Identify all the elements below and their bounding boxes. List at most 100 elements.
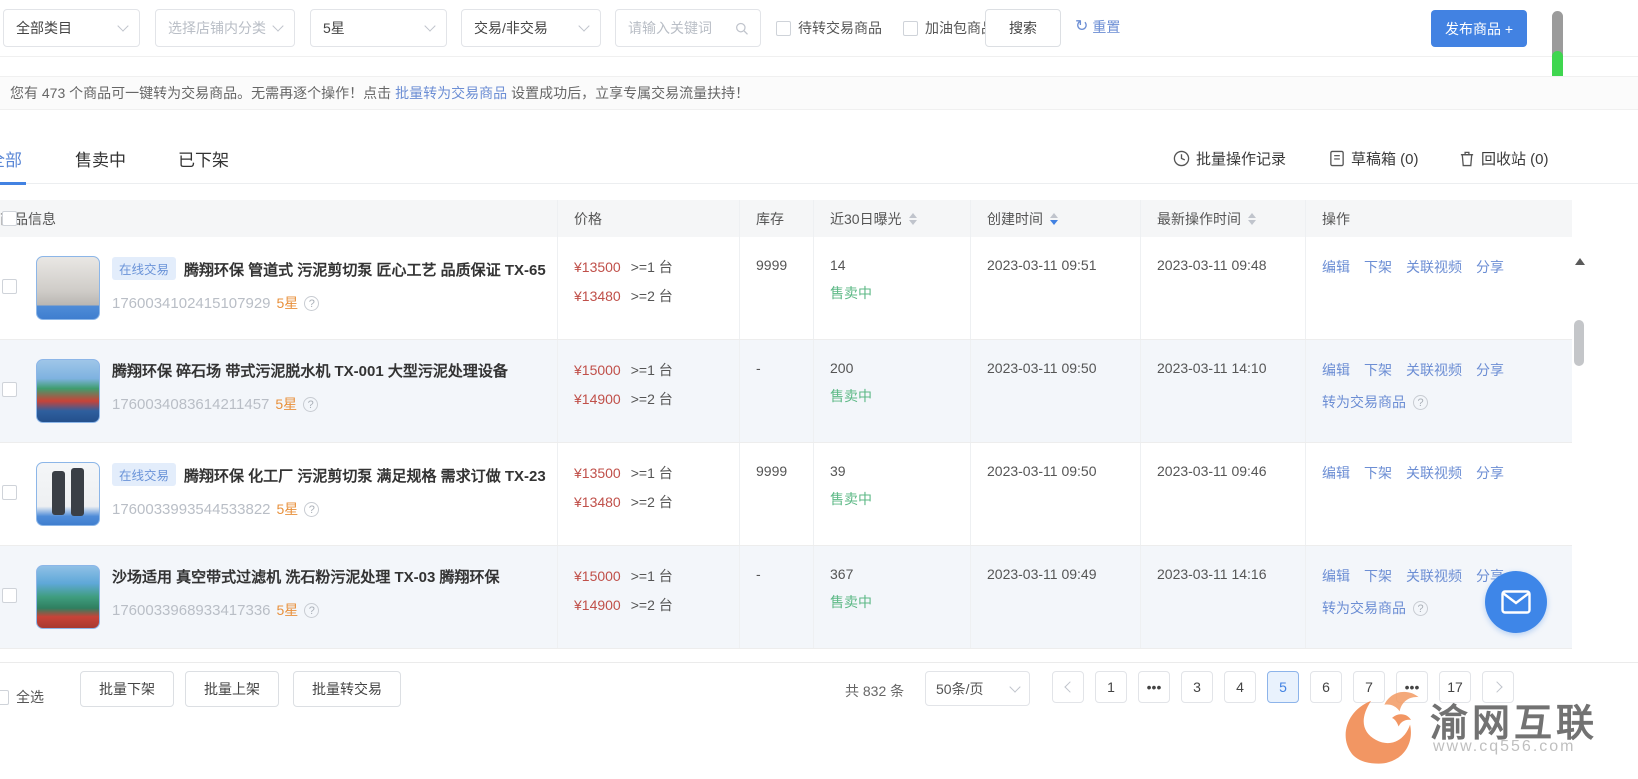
scroll-up-arrow[interactable] xyxy=(1575,258,1585,265)
product-thumbnail[interactable] xyxy=(36,462,100,526)
notice-text-suffix: 设置成功后，立享专属交易流量扶持！ xyxy=(511,83,749,103)
stock-cell: - xyxy=(740,546,814,648)
product-title[interactable]: 沙场适用 真空带式过滤机 洗石粉污泥处理 TX-03 腾翔环保 xyxy=(112,569,500,586)
tab-all[interactable]: 全部 xyxy=(0,146,22,171)
select-all-checkbox[interactable]: 全选 xyxy=(0,678,44,716)
price-cond: >=1 台 xyxy=(631,360,673,380)
bulk-on-shelf-button[interactable]: 批量上架 xyxy=(185,671,279,707)
notice-text-prefix: 您有 473 个商品可一键转为交易商品。无需再逐个操作！点击 xyxy=(10,83,391,103)
edit-link[interactable]: 编辑 xyxy=(1322,566,1350,586)
help-icon[interactable] xyxy=(304,603,319,618)
updated-time: 2023-03-11 09:48 xyxy=(1157,257,1267,273)
drafts-link[interactable]: 草稿箱 (0) xyxy=(1329,148,1419,169)
refresh-icon: ↻ xyxy=(1075,19,1088,35)
batch-operation-log-link[interactable]: 批量操作记录 xyxy=(1173,148,1286,169)
stock-cell: 9999 xyxy=(740,443,814,545)
promo-notice-bar: 您有 473 个商品可一键转为交易商品。无需再逐个操作！点击 批量转为交易商品 … xyxy=(0,76,1638,110)
product-thumbnail[interactable] xyxy=(36,359,100,423)
keyword-input[interactable] xyxy=(628,20,735,36)
row-checkbox[interactable] xyxy=(2,485,17,500)
star-select[interactable]: 5星 xyxy=(310,9,447,47)
page-ellipsis-button[interactable]: ••• xyxy=(1396,671,1428,703)
table-header: 商品信息 价格 库存 近30日曝光 创建时间 最新操作时间 操作 xyxy=(0,200,1572,237)
select-all-label: 全选 xyxy=(16,687,44,707)
recycle-bin-link[interactable]: 回收站 (0) xyxy=(1459,148,1549,169)
status-on-sale: 售卖中 xyxy=(830,283,960,303)
help-icon[interactable] xyxy=(1413,601,1428,616)
edit-link[interactable]: 编辑 xyxy=(1322,257,1350,277)
price-cell: ¥13500>=1 台 ¥13480>=2 台 xyxy=(558,237,740,339)
fuel-pack-checkbox[interactable]: 加油包商品 xyxy=(903,9,995,47)
off-shelf-link[interactable]: 下架 xyxy=(1364,257,1392,277)
edit-link[interactable]: 编辑 xyxy=(1322,360,1350,380)
convert-to-trade-link[interactable]: 转为交易商品 xyxy=(1322,392,1406,412)
product-thumbnail[interactable] xyxy=(36,256,100,320)
header-exposure-label: 近30日曝光 xyxy=(830,209,902,229)
page-button-current[interactable]: 5 xyxy=(1267,671,1299,703)
help-icon[interactable] xyxy=(304,296,319,311)
price-amount: ¥15000 xyxy=(574,568,621,584)
page-button[interactable]: 7 xyxy=(1353,671,1385,703)
share-link[interactable]: 分享 xyxy=(1476,257,1504,277)
help-icon[interactable] xyxy=(1413,395,1428,410)
related-video-link[interactable]: 关联视频 xyxy=(1406,566,1462,586)
row-checkbox[interactable] xyxy=(2,382,17,397)
updated-cell: 2023-03-11 09:48 xyxy=(1141,237,1306,339)
price-cell: ¥15000>=1 台 ¥14900>=2 台 xyxy=(558,546,740,648)
search-button[interactable]: 搜索 xyxy=(985,9,1061,47)
related-video-link[interactable]: 关联视频 xyxy=(1406,257,1462,277)
chevron-down-icon xyxy=(424,20,435,31)
page-button[interactable]: 3 xyxy=(1181,671,1213,703)
product-title[interactable]: 腾翔环保 化工厂 污泥剪切泵 满足规格 需求订做 TX-23 xyxy=(184,468,546,485)
message-fab-button[interactable] xyxy=(1485,571,1547,633)
help-icon[interactable] xyxy=(303,397,318,412)
tab-on-sale[interactable]: 售卖中 xyxy=(75,146,126,171)
header-price-label: 价格 xyxy=(574,209,602,229)
share-link[interactable]: 分享 xyxy=(1476,463,1504,483)
page-button[interactable]: 17 xyxy=(1439,671,1471,703)
row-checkbox[interactable] xyxy=(2,588,17,603)
exposure-value: 14 xyxy=(830,257,960,273)
off-shelf-link[interactable]: 下架 xyxy=(1364,360,1392,380)
shop-category-select[interactable]: 选择店铺内分类 xyxy=(155,9,295,47)
page-ellipsis-button[interactable]: ••• xyxy=(1138,671,1170,703)
edit-link[interactable]: 编辑 xyxy=(1322,463,1350,483)
trade-type-select[interactable]: 交易/非交易 xyxy=(461,9,601,47)
bulk-convert-link[interactable]: 批量转为交易商品 xyxy=(395,83,507,103)
pending-trade-checkbox[interactable]: 待转交易商品 xyxy=(776,9,882,47)
related-video-link[interactable]: 关联视频 xyxy=(1406,360,1462,380)
tab-off-shelf[interactable]: 已下架 xyxy=(178,146,229,171)
product-id: 1760033993544533822 xyxy=(112,501,271,518)
row-checkbox[interactable] xyxy=(2,279,17,294)
product-title[interactable]: 腾翔环保 碎石场 带式污泥脱水机 TX-001 大型污泥处理设备 xyxy=(112,363,508,380)
page-size-select[interactable]: 50条/页 xyxy=(925,671,1030,706)
sort-created-icon[interactable] xyxy=(1050,213,1058,225)
scrollbar-thumb[interactable] xyxy=(1574,320,1584,366)
sort-exposure-icon[interactable] xyxy=(909,213,917,225)
created-cell: 2023-03-11 09:49 xyxy=(971,546,1141,648)
reset-link[interactable]: ↻ 重置 xyxy=(1075,17,1120,37)
created-time: 2023-03-11 09:51 xyxy=(987,257,1097,273)
page-button[interactable]: 6 xyxy=(1310,671,1342,703)
page-button[interactable]: 1 xyxy=(1095,671,1127,703)
off-shelf-link[interactable]: 下架 xyxy=(1364,566,1392,586)
page-size-value: 50条/页 xyxy=(936,679,983,699)
category-select[interactable]: 全部类目 xyxy=(3,9,140,47)
select-all-header-checkbox[interactable] xyxy=(2,211,17,226)
convert-to-trade-link[interactable]: 转为交易商品 xyxy=(1322,598,1406,618)
publish-product-button[interactable]: 发布商品 + xyxy=(1431,10,1527,47)
checkbox-icon xyxy=(903,21,918,36)
sort-updated-icon[interactable] xyxy=(1248,213,1256,225)
off-shelf-link[interactable]: 下架 xyxy=(1364,463,1392,483)
prev-page-button[interactable] xyxy=(1052,671,1084,703)
next-page-button[interactable] xyxy=(1482,671,1514,703)
bulk-off-shelf-button[interactable]: 批量下架 xyxy=(80,671,174,707)
help-icon[interactable] xyxy=(304,502,319,517)
recycle-bin-label: 回收站 (0) xyxy=(1481,148,1549,169)
page-button[interactable]: 4 xyxy=(1224,671,1256,703)
related-video-link[interactable]: 关联视频 xyxy=(1406,463,1462,483)
product-thumbnail[interactable] xyxy=(36,565,100,629)
bulk-convert-button[interactable]: 批量转交易 xyxy=(293,671,401,707)
share-link[interactable]: 分享 xyxy=(1476,360,1504,380)
product-title[interactable]: 腾翔环保 管道式 污泥剪切泵 匠心工艺 品质保证 TX-65 xyxy=(184,262,546,279)
